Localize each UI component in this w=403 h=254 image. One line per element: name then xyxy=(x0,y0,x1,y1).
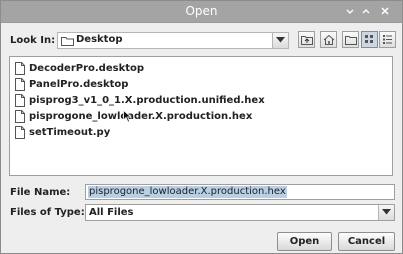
open-button[interactable]: Open xyxy=(277,232,332,251)
files-of-type-value: All Files xyxy=(89,207,134,218)
file-name: pisprog3_v1_0_1.X.production.unified.hex xyxy=(29,95,265,106)
up-folder-button[interactable] xyxy=(298,31,315,48)
files-of-type-dropdown-arrow-icon[interactable] xyxy=(378,205,394,220)
look-in-combo[interactable]: Desktop xyxy=(57,32,289,49)
close-icon[interactable] xyxy=(379,5,391,17)
file-name: DecoderPro.desktop xyxy=(29,63,145,74)
files-of-type-label: Files of Type: xyxy=(10,207,85,218)
details-view-button[interactable] xyxy=(379,31,396,48)
file-name: PanelPro.desktop xyxy=(29,79,129,90)
look-in-value: Desktop xyxy=(76,34,123,45)
file-icon xyxy=(15,126,25,142)
home-button[interactable] xyxy=(320,31,337,48)
file-icon xyxy=(15,78,25,94)
open-dialog: Open Look In: Desktop DecoderPro.desktop… xyxy=(0,0,403,254)
file-icon xyxy=(15,62,25,78)
file-name: pisprogone_lowloader.X.production.hex xyxy=(29,111,253,122)
file-list[interactable]: DecoderPro.desktop PanelPro.desktop pisp… xyxy=(9,56,393,176)
cancel-button[interactable]: Cancel xyxy=(338,232,395,251)
look-in-dropdown-arrow-icon[interactable] xyxy=(272,33,288,48)
folder-icon xyxy=(61,36,74,49)
list-view-button[interactable] xyxy=(361,31,378,48)
file-icon xyxy=(15,94,25,110)
file-name: setTimeout.py xyxy=(29,127,111,138)
new-folder-button[interactable] xyxy=(342,31,359,48)
mouse-pointer-icon xyxy=(123,109,133,126)
maximize-icon[interactable] xyxy=(360,5,372,17)
file-name-label: File Name: xyxy=(10,187,71,198)
title-bar[interactable]: Open xyxy=(1,1,402,23)
minimize-icon[interactable] xyxy=(344,5,356,17)
files-of-type-combo[interactable]: All Files xyxy=(85,204,395,221)
look-in-label: Look In: xyxy=(10,35,56,46)
file-name-input[interactable]: pisprogone_lowloader.X.production.hex xyxy=(85,184,395,200)
window-title: Open xyxy=(185,4,218,18)
file-icon xyxy=(15,110,25,126)
file-name-value: pisprogone_lowloader.X.production.hex xyxy=(88,186,287,198)
